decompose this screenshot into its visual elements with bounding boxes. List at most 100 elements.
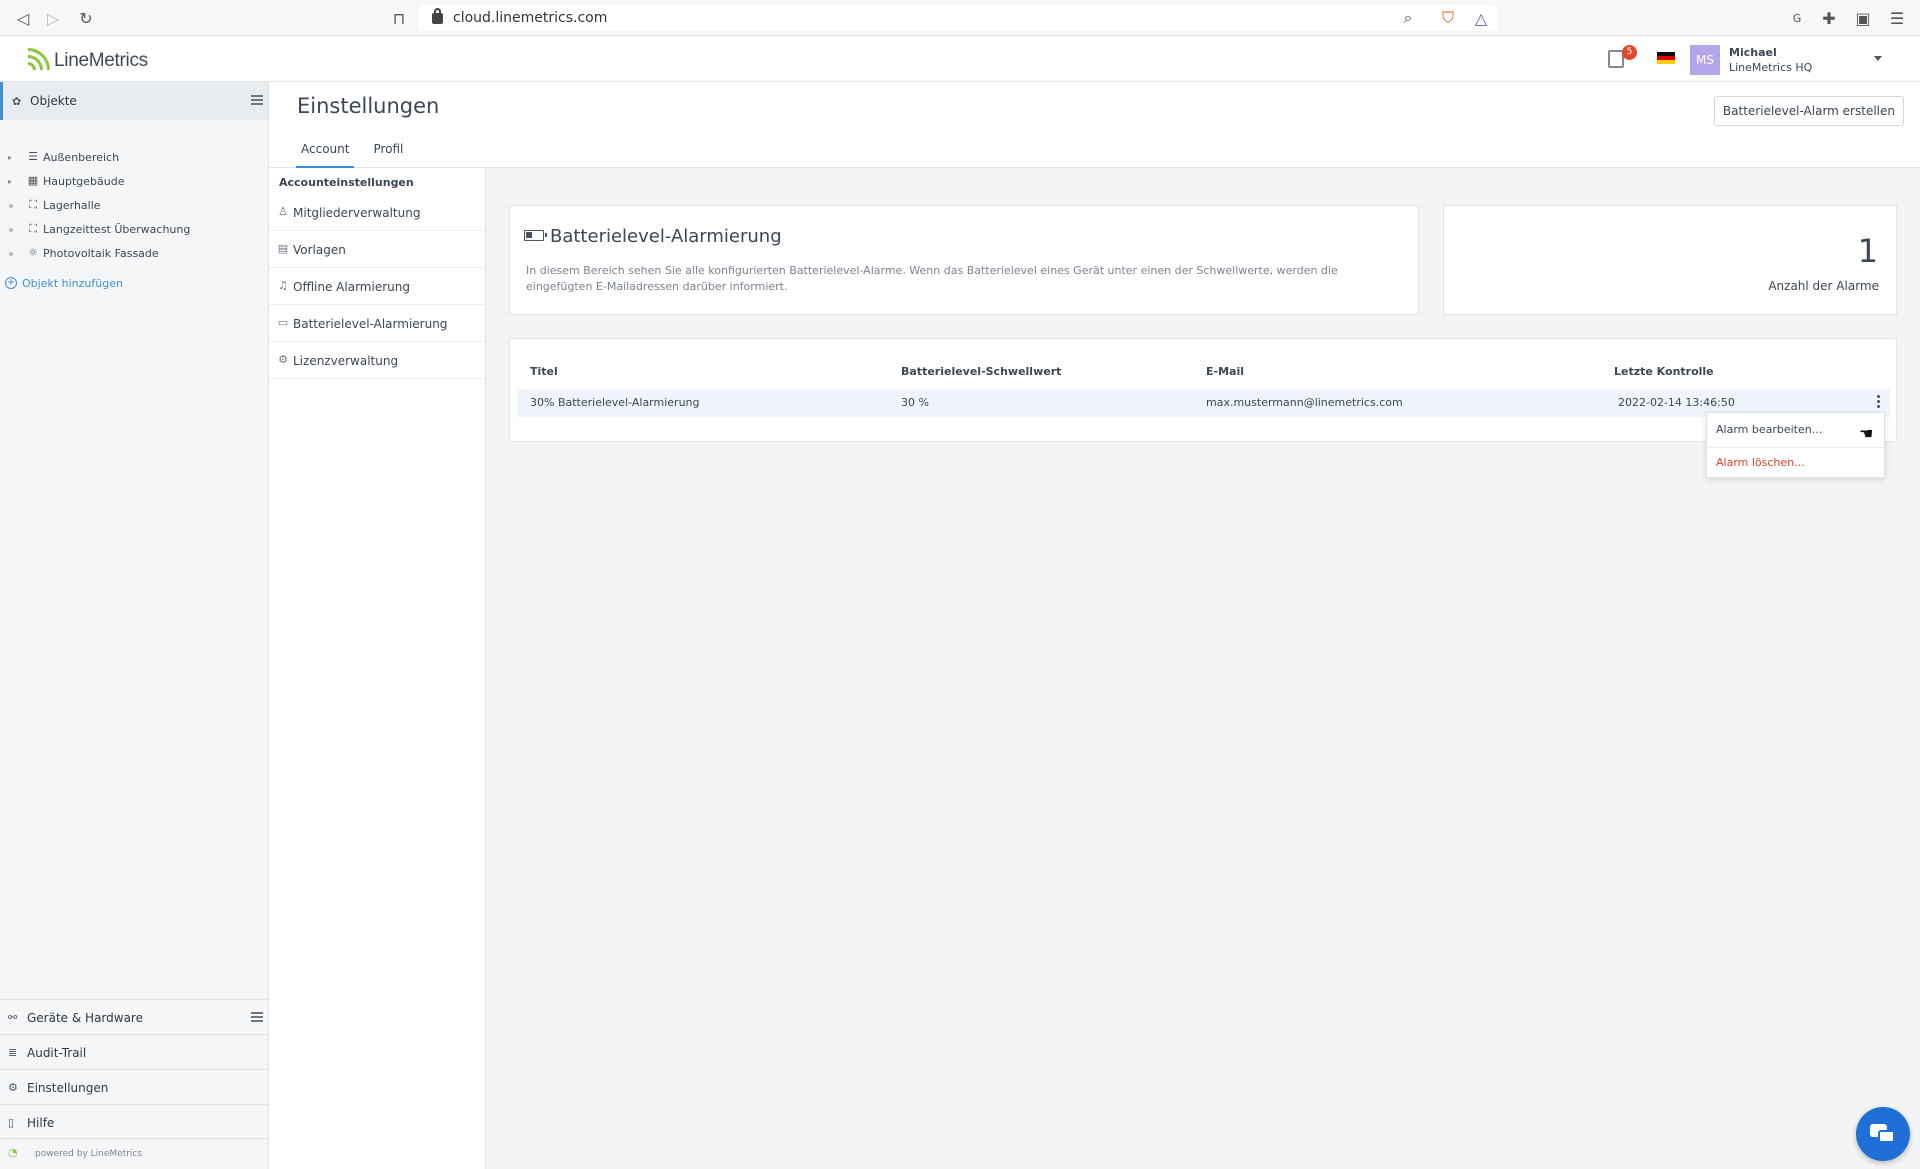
cell-email: max.mustermann@linemetrics.com <box>1206 396 1403 409</box>
powered-by-text: powered by LineMetrics <box>35 1149 143 1159</box>
cell-threshold: 30 % <box>901 396 929 409</box>
area-icon: ⛶ <box>29 222 37 235</box>
gear-icon: ⚙ <box>8 1081 18 1094</box>
subnav-item-label: Lizenzverwaltung <box>293 354 399 368</box>
user-menu-chevron-down-icon[interactable] <box>1874 56 1882 61</box>
browser-toolbar: ◁ ▷ ↻ ⊓ cloud.linemetrics.com ⌕ ⛉ △ G ✚ … <box>0 0 1920 36</box>
list-icon: ≣ <box>8 1046 18 1059</box>
sidebar-nav-item[interactable]: ▯ Hilfe <box>0 1104 268 1139</box>
battery-icon <box>524 230 547 241</box>
subnav-item-label: Vorlagen <box>293 243 346 257</box>
bell-icon: ♫ <box>278 279 288 292</box>
settings-tabs: Account Profil <box>296 141 422 168</box>
column-header-title[interactable]: Titel <box>530 365 558 378</box>
add-object-label: Objekt hinzufügen <box>22 276 123 290</box>
sidebar-objects-header[interactable]: ✿ Objekte <box>0 82 268 120</box>
column-header-email[interactable]: E-Mail <box>1206 365 1244 378</box>
sidebar-nav-label: Hilfe <box>27 1116 55 1130</box>
menu-divider <box>1707 447 1884 448</box>
forward-icon[interactable]: ▷ <box>42 7 64 29</box>
subnav-item[interactable]: ▭ Batterielevel-Alarmierung <box>269 305 485 342</box>
wallet-icon[interactable]: ▣ <box>1852 7 1874 29</box>
linemetrics-mini-logo-icon: ◔ <box>8 1146 18 1159</box>
tree-item[interactable]: ▸ ▦ Hauptgebäude <box>0 170 268 194</box>
logo-text: LineMetrics <box>54 50 148 71</box>
tree-item-label: Hauptgebäude <box>43 175 125 188</box>
battery-alarm-table: Titel Batterielevel-Schwellwert E-Mail L… <box>509 338 1897 442</box>
tab-account[interactable]: Account <box>296 141 355 168</box>
tree-item-label: Photovoltaik Fassade <box>43 247 159 260</box>
notification-badge: 5 <box>1622 45 1637 60</box>
linemetrics-logo[interactable]: LineMetrics <box>26 46 148 72</box>
row-actions-kebab-icon[interactable] <box>1877 395 1881 409</box>
german-flag-icon[interactable] <box>1657 52 1675 64</box>
account-settings-list: ♙ Mitgliederverwaltung ▤ Vorlagen ♫ Offline A… <box>269 194 485 379</box>
back-icon[interactable]: ◁ <box>12 7 34 29</box>
tree-item[interactable]: ⛶ Lagerhalle <box>0 194 268 218</box>
layers-icon: ☰ <box>28 150 38 163</box>
tree-item[interactable]: ☼ Photovoltaik Fassade <box>0 242 268 266</box>
chat-bubble-icon <box>1878 1130 1895 1143</box>
cell-title: 30% Batterielevel-Alarmierung <box>530 396 700 409</box>
user-organization[interactable]: LineMetrics HQ <box>1729 61 1812 74</box>
subnav-item[interactable]: ♙ Mitgliederverwaltung <box>269 194 485 231</box>
column-header-threshold[interactable]: Batterielevel-Schwellwert <box>901 365 1061 378</box>
address-bar[interactable]: cloud.linemetrics.com <box>418 5 1498 31</box>
brave-rewards-icon[interactable]: △ <box>1470 7 1492 29</box>
tree-item[interactable]: ▸ ☰ Außenbereich <box>0 146 268 170</box>
expand-caret-icon[interactable]: ▸ <box>8 177 12 186</box>
book-icon: ▯ <box>8 1116 15 1129</box>
add-object-link[interactable]: + Objekt hinzufügen <box>5 274 123 292</box>
table-row[interactable]: 30% Batterielevel-Alarmierung 30 % max.m… <box>517 389 1890 417</box>
battery-alarm-info-card: Batterielevel-Alarmierung In diesem Bere… <box>509 205 1419 315</box>
subnav-item[interactable]: ♫ Offline Alarmierung <box>269 268 485 305</box>
user-name[interactable]: Michael <box>1729 46 1777 59</box>
sidebar-nav-item[interactable]: ⚯ Geräte & Hardware <box>0 999 268 1034</box>
tree-dot-icon <box>9 252 13 256</box>
page-title: Einstellungen <box>297 94 440 118</box>
gear-icon: ⚙ <box>278 353 288 366</box>
extension-g-icon[interactable]: G <box>1786 7 1808 29</box>
bookmark-icon[interactable]: ⊓ <box>388 7 410 29</box>
logo-mark-icon <box>26 46 52 72</box>
sidebar-objects-menu-icon[interactable] <box>251 95 263 105</box>
expand-caret-icon[interactable]: ▸ <box>8 153 12 162</box>
lock-icon <box>432 7 443 24</box>
account-settings-nav: Accounteinstellungen ♙ Mitgliederverwaltu… <box>269 168 486 1169</box>
menu-item-delete-alarm[interactable]: Alarm löschen... <box>1716 456 1805 469</box>
table-header: Titel Batterielevel-Schwellwert E-Mail L… <box>530 365 1880 381</box>
tree-item[interactable]: ⛶ Langzeittest Überwachung <box>0 218 268 242</box>
sidebar-nav-item[interactable]: ⚙ Einstellungen <box>0 1069 268 1104</box>
info-card-title: Batterielevel-Alarmierung <box>550 226 782 247</box>
menu-item-edit-alarm[interactable]: Alarm bearbeiten... <box>1716 423 1822 436</box>
tab-profil[interactable]: Profil <box>368 141 408 168</box>
devices-menu-icon[interactable] <box>251 1012 263 1022</box>
create-battery-alarm-button[interactable]: Batterielevel-Alarm erstellen <box>1713 96 1904 126</box>
menu-icon[interactable]: ☰ <box>1886 7 1908 29</box>
alarm-count-label: Anzahl der Alarme <box>1768 279 1879 293</box>
tree-item-label: Langzeittest Überwachung <box>43 223 191 236</box>
sidebar: ✿ Objekte ▸ ☰ Außenbereich ▸ ▦ Hauptgebäude ⛶ L… <box>0 82 269 1169</box>
tree-dot-icon <box>9 228 13 232</box>
zoom-icon[interactable]: ⌕ <box>1397 7 1419 29</box>
reload-icon[interactable]: ↻ <box>75 7 97 29</box>
subnav-item[interactable]: ▤ Vorlagen <box>269 231 485 268</box>
subnav-item-label: Batterielevel-Alarmierung <box>293 317 448 331</box>
battery-icon: ▭ <box>277 316 289 329</box>
subnav-item[interactable]: ⚙ Lizenzverwaltung <box>269 342 485 379</box>
column-header-last-check[interactable]: Letzte Kontrolle <box>1614 365 1714 378</box>
tree-item-label: Außenbereich <box>43 151 120 164</box>
area-icon: ⛶ <box>29 198 37 211</box>
object-tree: ▸ ☰ Außenbereich ▸ ▦ Hauptgebäude ⛶ Lagerhalle ⛶… <box>0 146 268 266</box>
brave-shield-icon[interactable]: ⛉ <box>1437 7 1459 29</box>
devices-icon: ⚯ <box>8 1011 18 1024</box>
users-icon: ♙ <box>278 205 288 218</box>
sidebar-nav-item[interactable]: ≣ Audit-Trail <box>0 1034 268 1069</box>
puzzle-icon[interactable]: ✚ <box>1818 7 1840 29</box>
account-settings-heading: Accounteinstellungen <box>279 176 414 189</box>
template-icon: ▤ <box>277 242 289 255</box>
avatar[interactable]: MS <box>1690 45 1720 75</box>
page-header: Einstellungen Account Profil Batterielev… <box>269 82 1920 168</box>
hand-cursor-icon: ☚ <box>1859 424 1874 443</box>
chat-widget-button[interactable] <box>1856 1107 1910 1161</box>
